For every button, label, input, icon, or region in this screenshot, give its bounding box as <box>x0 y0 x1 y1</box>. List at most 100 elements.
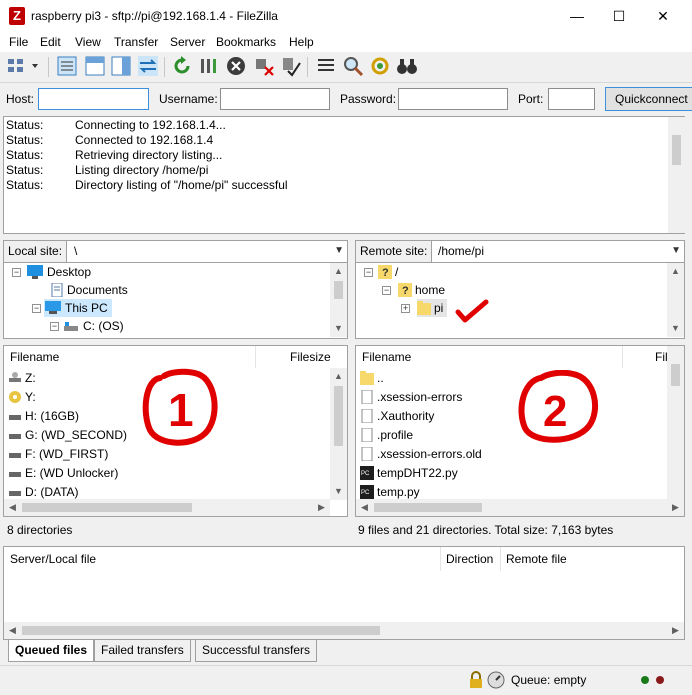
menu-file[interactable]: File <box>9 35 28 49</box>
list-item[interactable]: Y: <box>8 388 36 407</box>
list-item[interactable]: .Xauthority <box>360 407 434 426</box>
toggle-remote-tree-icon[interactable] <box>110 55 132 77</box>
menu-transfer[interactable]: Transfer <box>114 35 158 49</box>
local-list-hscrollbar[interactable]: ◀ ▶ <box>4 499 330 516</box>
remote-list-scrollbar[interactable] <box>667 346 684 500</box>
collapse-icon[interactable]: − <box>32 304 41 313</box>
tree-item-home[interactable]: ? home <box>398 281 445 299</box>
drive-icon <box>9 415 21 420</box>
tree-item-desktop[interactable]: Desktop <box>26 263 91 281</box>
minimize-button[interactable]: — <box>554 0 600 32</box>
annotation-circle-two: 2 <box>518 370 599 443</box>
list-item[interactable]: .profile <box>360 426 413 445</box>
list-item[interactable]: PC tempDHT22.py <box>360 464 458 483</box>
drive-icon <box>64 322 78 331</box>
tree-item-root[interactable]: ? / <box>378 263 398 281</box>
tab-queued-files[interactable]: Queued files <box>8 640 95 662</box>
remote-site-path[interactable]: /home/pi <box>438 244 484 258</box>
menu-server[interactable]: Server <box>170 35 205 49</box>
directory-filter-icon[interactable] <box>315 55 337 77</box>
collapse-icon[interactable]: − <box>12 268 21 277</box>
tree-item-this-pc[interactable]: This PC <box>44 299 112 317</box>
queue-col-file[interactable]: Server/Local file <box>10 552 96 566</box>
cancel-icon[interactable] <box>225 55 247 77</box>
queue-hscrollbar[interactable]: ◀ ▶ <box>4 622 684 639</box>
message-log[interactable]: Status: Connecting to 192.168.1.4... Stat… <box>3 116 685 234</box>
queue-col-remote[interactable]: Remote file <box>506 552 567 566</box>
tree-item-documents[interactable]: Documents <box>50 281 128 299</box>
svg-text:?: ? <box>402 285 409 297</box>
list-item[interactable]: .. <box>360 369 384 388</box>
search-icon[interactable] <box>342 55 364 77</box>
port-input[interactable] <box>548 88 595 110</box>
collapse-icon[interactable]: − <box>364 268 373 277</box>
file-icon <box>361 447 373 461</box>
local-status: 8 directories <box>7 523 73 537</box>
toggle-local-tree-icon[interactable] <box>84 55 106 77</box>
local-col-filesize[interactable]: Filesize <box>290 346 331 368</box>
toggle-log-icon[interactable] <box>56 55 78 77</box>
tree-item-c-drive[interactable]: C: (OS) <box>62 317 124 335</box>
menu-help[interactable]: Help <box>289 35 314 49</box>
local-list-scrollbar[interactable]: ▲ ▼ <box>330 368 347 500</box>
disconnect-icon[interactable] <box>253 55 275 77</box>
menu-edit[interactable]: Edit <box>40 35 61 49</box>
host-input[interactable] <box>38 88 149 110</box>
find-files-icon[interactable] <box>396 55 418 77</box>
refresh-icon[interactable] <box>171 55 193 77</box>
annotation-checkmark-icon <box>455 299 489 323</box>
svg-text:?: ? <box>382 267 389 279</box>
expand-icon[interactable]: + <box>401 304 410 313</box>
reconnect-icon[interactable] <box>280 55 302 77</box>
quickconnect-button[interactable]: Quickconnect <box>605 87 692 111</box>
tab-successful-transfers[interactable]: Successful transfers <box>195 640 318 662</box>
tree-item-pi[interactable]: pi <box>417 299 448 317</box>
tab-failed-transfers[interactable]: Failed transfers <box>94 640 191 662</box>
transfer-queue[interactable]: Server/Local file Direction Remote file … <box>3 546 685 640</box>
close-button[interactable]: ✕ <box>640 0 686 32</box>
collapse-icon[interactable]: − <box>382 286 391 295</box>
annotation-label-two: 2 <box>543 387 567 436</box>
speed-limit-icon[interactable] <box>487 671 505 689</box>
username-input[interactable] <box>220 88 330 110</box>
expand-icon[interactable]: − <box>50 322 59 331</box>
quickconnect-bar: Host: Username: Password: Port: Quickcon… <box>0 82 692 114</box>
maximize-button[interactable]: ☐ <box>596 0 642 32</box>
title-bar: Z raspberry pi3 - sftp://pi@192.168.1.4 … <box>0 0 692 32</box>
remote-directory-tree[interactable]: − ? / − ? home + pi ▲ ▼ <box>355 263 685 339</box>
toolbar <box>0 52 692 82</box>
python-file-icon: PC <box>360 466 374 480</box>
activity-leds-icon <box>641 676 664 684</box>
chevron-down-icon[interactable]: ▼ <box>671 245 681 256</box>
menu-bar: File Edit View Transfer Server Bookmarks… <box>0 32 692 52</box>
remote-tree-scrollbar[interactable]: ▲ ▼ <box>667 263 684 337</box>
drive-icon <box>9 472 21 477</box>
list-item[interactable]: F: (WD_FIRST) <box>8 445 108 464</box>
site-manager-icon[interactable] <box>6 55 40 77</box>
drive-icon <box>9 491 21 496</box>
remote-col-filename[interactable]: Filename <box>362 346 411 368</box>
list-item[interactable]: .xsession-errors <box>360 388 462 407</box>
list-item[interactable]: E: (WD Unlocker) <box>8 464 118 483</box>
process-queue-icon[interactable] <box>198 55 220 77</box>
chevron-down-icon[interactable]: ▼ <box>334 245 344 256</box>
list-item[interactable]: G: (WD_SECOND) <box>8 426 127 445</box>
toggle-queue-icon[interactable] <box>137 55 159 77</box>
menu-view[interactable]: View <box>75 35 101 49</box>
queue-col-direction[interactable]: Direction <box>446 552 493 566</box>
local-tree-scrollbar[interactable]: ▲ ▼ <box>330 263 347 337</box>
local-col-filename[interactable]: Filename <box>10 346 59 368</box>
log-scrollbar[interactable] <box>668 117 685 233</box>
password-label: Password: <box>340 92 397 106</box>
list-item[interactable]: H: (16GB) <box>8 407 79 426</box>
list-item[interactable]: Z: <box>8 369 36 388</box>
local-directory-tree[interactable]: − Desktop Documents − This PC − C: (OS) … <box>3 263 348 339</box>
local-site-bar: Local site: \ ▼ <box>3 240 348 263</box>
local-site-path[interactable]: \ <box>74 244 77 258</box>
list-item[interactable]: .xsession-errors.old <box>360 445 482 464</box>
password-input[interactable] <box>398 88 508 110</box>
remote-list-hscrollbar[interactable]: ◀ ▶ <box>356 499 684 516</box>
menu-bookmarks[interactable]: Bookmarks <box>216 35 276 49</box>
synchronized-browsing-icon[interactable] <box>369 55 391 77</box>
remote-col-filesize[interactable]: Fil <box>655 346 668 368</box>
